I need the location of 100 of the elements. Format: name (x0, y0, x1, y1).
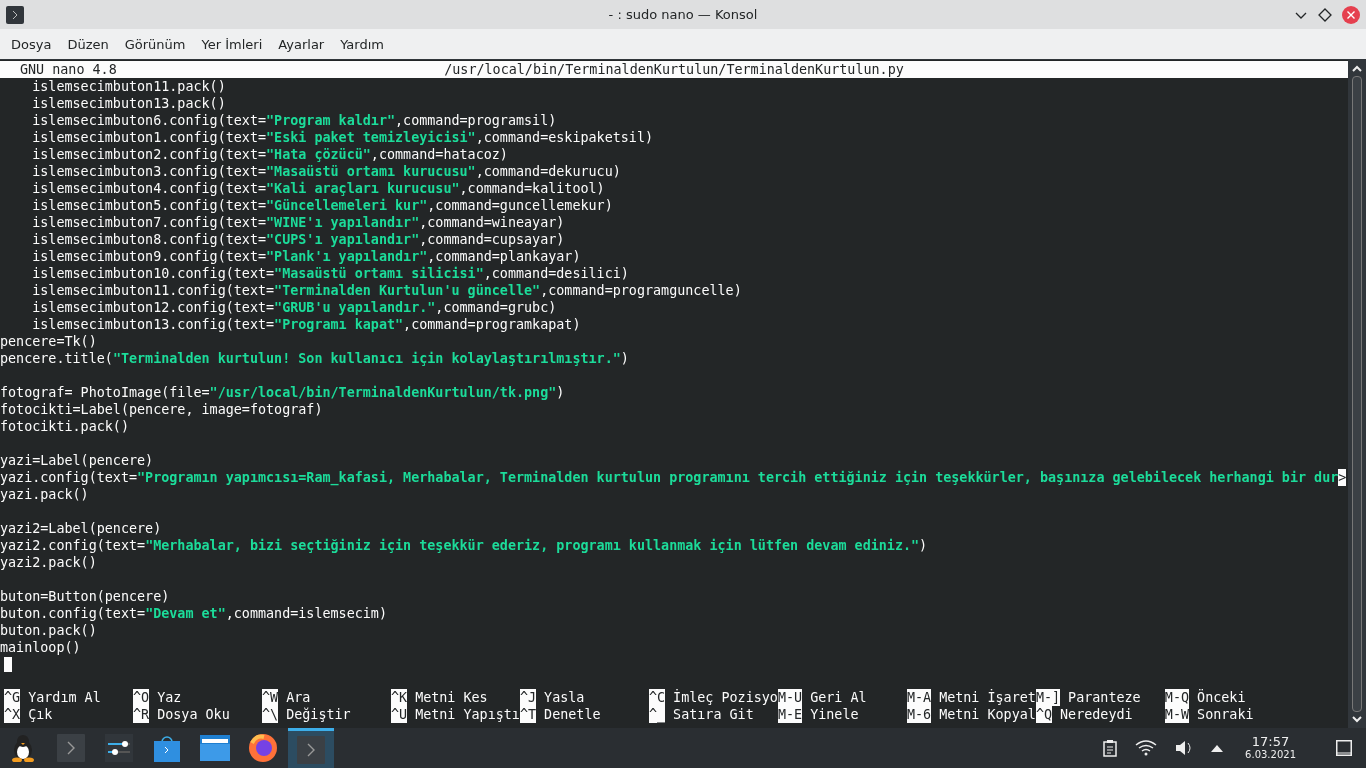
shortcut-key: ^\ (261, 706, 279, 723)
close-button[interactable] (1342, 5, 1360, 24)
code-line: yazi=Label(pencere) (0, 452, 154, 469)
shortcut-label: Önceki (1197, 689, 1246, 706)
scrollbar[interactable] (1348, 60, 1366, 728)
code-line: islemsecimbuton11.pack() (31, 78, 226, 95)
code-line: islemsecimbuton12.config(text="GRUB'u yapılandır.",command=grubc) (31, 299, 557, 316)
shortcut-label: Yasla (544, 689, 585, 706)
terminal-icon (6, 5, 24, 24)
menu-item[interactable]: Yer İmleri (194, 36, 270, 52)
code-line: islemsecimbuton5.config(text="Güncellemeleri kur",command=guncellemekur) (31, 197, 613, 214)
sliders-icon (105, 734, 133, 762)
clock[interactable]: 17:57 6.03.2021 (1245, 735, 1296, 761)
code-line: pencere.title("Terminalden kurtulun! Son kullanıcı için kolaylaştırılmıştır.") (0, 350, 629, 367)
expand-tray-icon[interactable] (1211, 744, 1224, 752)
wifi-icon[interactable] (1135, 740, 1158, 756)
folder-icon (200, 735, 230, 761)
menu-item[interactable]: Görünüm (117, 36, 193, 52)
shortcut-key: ^R (133, 706, 150, 723)
menu-item[interactable]: Ayarlar (271, 36, 332, 52)
browser-icon (248, 733, 278, 763)
shortcut-key: M-W (1164, 706, 1190, 723)
menu-item[interactable]: Yardım (333, 36, 391, 52)
code-line: yazi2.pack() (0, 554, 97, 571)
shortcut-label: Geri Al (810, 689, 867, 706)
shortcut-key: ^G (4, 689, 21, 706)
shortcut-label: Yaz (157, 689, 182, 706)
code-line: islemsecimbuton2.config(text="Hata çözücü",command=hatacoz) (31, 146, 508, 163)
shortcut-label: Metni Yapıştı (415, 706, 520, 723)
code-line: islemsecimbuton13.pack() (31, 95, 226, 112)
volume-icon[interactable] (1175, 740, 1194, 756)
code-line: islemsecimbuton1.config(text="Eski paket temizleyicisi",command=eskipaketsil) (31, 129, 654, 146)
shortcut-key: M-U (777, 689, 803, 706)
shortcut-key: ^T (519, 706, 537, 723)
shortcut-key: ^W (261, 689, 279, 706)
shortcut-key: ^C (648, 689, 666, 706)
penguin-icon (10, 734, 36, 762)
clipboard-icon[interactable] (1103, 739, 1118, 757)
shortcut-label: Satıra Git (673, 706, 754, 723)
text-cursor (4, 657, 12, 672)
shortcut-label: Metni İşaret (939, 689, 1036, 706)
code-line: fotograf= PhotoImage(file="/usr/local/bin/TerminaldenKurtulun/tk.png") (0, 384, 565, 401)
shortcut-key: ^X (4, 706, 21, 723)
shortcut-key: M-A (906, 689, 932, 706)
maximize-button[interactable] (1318, 7, 1332, 22)
shortcut-key: M-E (777, 706, 803, 723)
shortcut-label: Paranteze (1068, 689, 1141, 706)
shortcut-key: ^_ (648, 706, 666, 723)
shortcut-label: Ara (286, 689, 311, 706)
show-desktop-icon[interactable] (1336, 740, 1352, 756)
nano-version: GNU nano 4.8 (19, 61, 117, 78)
code-line: islemsecimbuton10.config(text="Masaüstü ortamı silicisi",command=desilici) (31, 265, 629, 282)
shortcut-label: Sonraki (1197, 706, 1254, 723)
shortcut-label: Yinele (810, 706, 859, 723)
menu-item[interactable]: Dosya (4, 36, 59, 52)
shortcut-key: M-Q (1164, 689, 1190, 706)
clock-date: 6.03.2021 (1245, 749, 1296, 761)
code-line: islemsecimbuton13.config(text="Programı kapat",command=programkapat) (31, 316, 581, 333)
terminal-icon (57, 734, 85, 762)
file-path: /usr/local/bin/TerminaldenKurtulun/TerminaldenKurtulun.py (444, 61, 904, 78)
code-line: buton.config(text="Devam et",command=islemsecim) (0, 605, 387, 622)
code-line: pencere=Tk() (0, 333, 97, 350)
scroll-down-icon[interactable] (1351, 716, 1363, 724)
shortcut-label: Yardım Al (28, 689, 101, 706)
overflow-marker: > (1338, 469, 1347, 486)
shortcut-key: M-] (1035, 689, 1061, 706)
shortcut-label: Dosya Oku (157, 706, 230, 723)
code-line: islemsecimbuton3.config(text="Masaüstü ortamı kurucusu",command=dekurucu) (31, 163, 621, 180)
code-line: islemsecimbuton4.config(text="Kali araçları kurucusu",command=kalitool) (31, 180, 605, 197)
terminal-icon (297, 735, 325, 764)
shortcut-label: Metni Kopyal (939, 706, 1036, 723)
shopping-bag-icon (154, 734, 180, 762)
scrollbar-thumb[interactable] (1352, 76, 1362, 712)
shortcut-label: Neredeydi (1060, 706, 1133, 723)
code-line: fotocikti=Label(pencere, image=fotograf) (0, 401, 323, 418)
code-line: buton.pack() (0, 622, 97, 639)
shortcut-key: ^O (133, 689, 150, 706)
code-line: islemsecimbuton8.config(text="CUPS'ı yapılandır",command=cupsayar) (31, 231, 565, 248)
code-line: islemsecimbuton7.config(text="WINE'ı yapılandır",command=wineayar) (31, 214, 565, 231)
code-line: buton=Button(pencere) (0, 588, 170, 605)
code-line: islemsecimbuton11.config(text="Terminalden Kurtulun'u güncelle",command=programguncelle) (31, 282, 742, 299)
shortcut-label: Metni Kes (415, 689, 488, 706)
clock-time: 17:57 (1251, 735, 1290, 749)
window-title: - : sudo nano — Konsol (608, 7, 758, 22)
code-line: islemsecimbuton9.config(text="Plank'ı yapılandır",command=plankayar) (31, 248, 581, 265)
code-line: fotocikti.pack() (0, 418, 129, 435)
shortcut-label: İmleç Pozisyo (673, 689, 778, 706)
code-line: yazi2=Label(pencere) (0, 520, 162, 537)
code-line: mainloop() (0, 639, 81, 656)
shortcut-key: ^Q (1035, 706, 1052, 723)
code-line: yazi.pack() (0, 486, 89, 503)
shortcut-key: M-6 (906, 706, 932, 723)
shortcut-key: ^J (519, 689, 537, 706)
scroll-up-icon[interactable] (1351, 64, 1363, 72)
menu-item[interactable]: Düzen (60, 36, 116, 52)
code-line: yazi2.config(text="Merhabalar, bizi seçtiğiniz için teşekkür ederiz, programı kullanmak için lütfen devam ediniz.") (0, 537, 928, 554)
shortcut-label: Çık (28, 706, 53, 723)
shortcut-key: ^K (390, 689, 408, 706)
code-line: islemsecimbuton6.config(text="Program kaldır",command=programsil) (31, 112, 557, 129)
shortcut-key: ^U (390, 706, 408, 723)
